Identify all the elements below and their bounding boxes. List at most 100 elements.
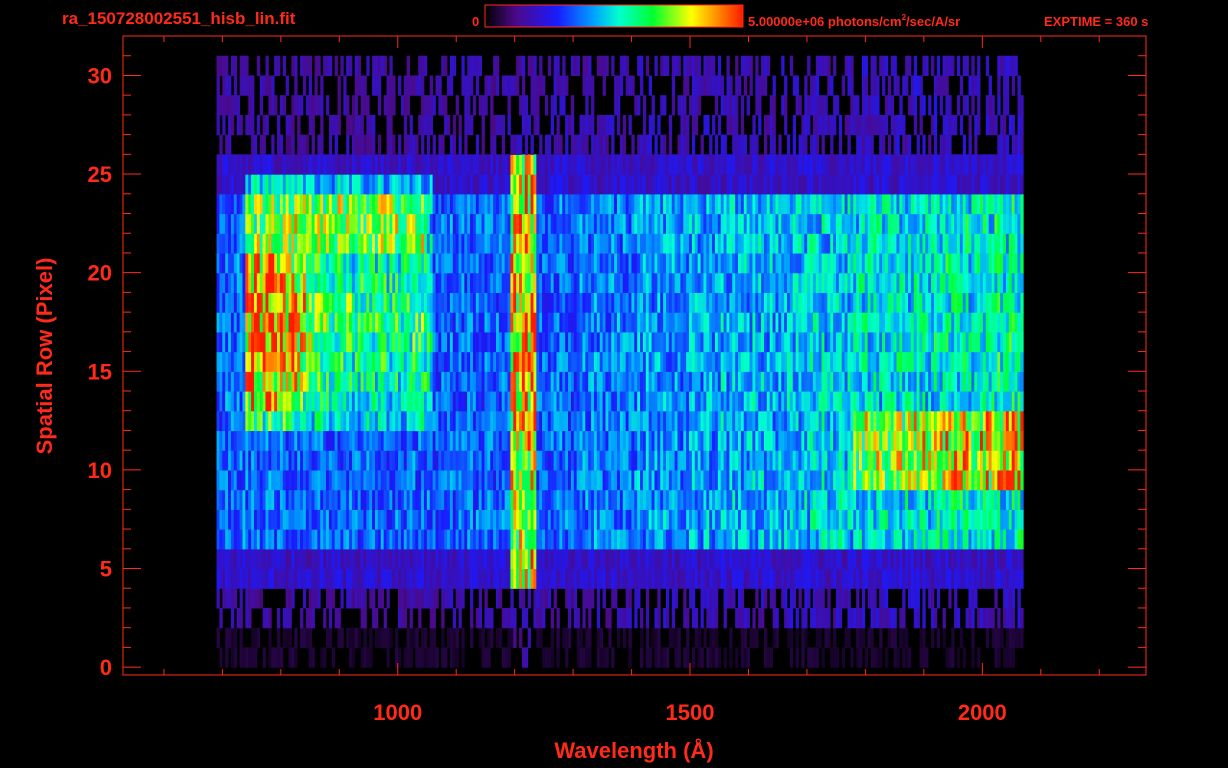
heatmap-cell (648, 292, 652, 313)
heatmap-cell (691, 489, 696, 510)
heatmap-cell (521, 529, 526, 550)
heatmap-cell (919, 391, 923, 412)
heatmap-cell (334, 312, 338, 333)
heatmap-cell (242, 410, 246, 432)
heatmap-cell (576, 647, 580, 668)
heatmap-cell (233, 489, 238, 510)
heatmap-cell (253, 489, 258, 510)
heatmap-cell (908, 292, 912, 313)
heatmap-cell (801, 430, 805, 451)
heatmap-cell (374, 391, 379, 412)
heatmap-cell (248, 607, 252, 629)
heatmap-cell (674, 627, 678, 648)
heatmap-cell (642, 331, 647, 353)
heatmap-cell (441, 548, 445, 570)
heatmap-cell (784, 391, 788, 412)
heatmap-cell (323, 410, 327, 432)
heatmap-cell (723, 647, 727, 668)
heatmap-cell (954, 351, 958, 372)
heatmap-cell (403, 272, 408, 293)
heatmap-cell (879, 548, 883, 570)
heatmap-cell (343, 331, 347, 353)
heatmap-cell (922, 588, 926, 609)
heatmap-cell (239, 568, 243, 589)
heatmap-cell (349, 529, 353, 550)
heatmap-cell (582, 351, 586, 372)
heatmap-cell (256, 548, 261, 570)
heatmap-cell (939, 410, 943, 432)
heatmap-cell (323, 391, 327, 412)
heatmap-cell (386, 647, 390, 668)
heatmap-cell (634, 607, 638, 629)
heatmap-cell (409, 568, 413, 589)
heatmap-cell (504, 312, 508, 333)
heatmap-cell (887, 410, 892, 432)
heatmap-cell (553, 312, 557, 333)
heatmap-cell (285, 371, 289, 392)
heatmap-cell (933, 331, 938, 353)
heatmap-cell (625, 331, 629, 353)
heatmap-cell (691, 548, 696, 570)
heatmap-cell (709, 450, 713, 471)
heatmap-cell (297, 509, 301, 530)
heatmap-cell (735, 529, 739, 550)
heatmap-cell (285, 548, 289, 570)
heatmap-cell (922, 410, 926, 432)
heatmap-cell (746, 292, 750, 313)
heatmap-cell (510, 548, 514, 570)
heatmap-cell (890, 548, 894, 570)
heatmap-cell (271, 489, 275, 510)
heatmap-cell (931, 588, 935, 609)
heatmap-cell (230, 647, 235, 668)
heatmap-cell (1020, 371, 1024, 392)
heatmap-cell (536, 410, 540, 432)
heatmap-cell (343, 292, 347, 313)
heatmap-cell (533, 607, 537, 629)
heatmap-cell (686, 469, 690, 491)
heatmap-cell (524, 568, 529, 589)
heatmap-cell (599, 627, 603, 648)
heatmap-cell (870, 410, 874, 432)
heatmap-cell (991, 627, 995, 648)
heatmap-cell (398, 588, 402, 609)
heatmap-cell (392, 548, 396, 570)
heatmap-cell (533, 410, 537, 432)
heatmap-cell (372, 331, 376, 353)
heatmap-cell (576, 529, 580, 550)
heatmap-cell (507, 272, 511, 293)
heatmap-cell (334, 607, 338, 629)
heatmap-cell (429, 430, 434, 451)
heatmap-cell (902, 568, 906, 589)
heatmap-cell (444, 391, 448, 412)
heatmap-cell (982, 292, 987, 313)
heatmap-cell (444, 312, 448, 333)
heatmap-cell (573, 509, 578, 530)
heatmap-cell (758, 607, 762, 629)
heatmap-cell (302, 292, 307, 313)
heatmap-cell (1000, 469, 1004, 491)
heatmap-cell (461, 489, 465, 510)
heatmap-cell (262, 548, 266, 570)
heatmap-cell (383, 371, 387, 392)
heatmap-cell (599, 312, 603, 333)
heatmap-cell (769, 489, 773, 510)
heatmap-cell (513, 410, 517, 432)
heatmap-cell (864, 331, 869, 353)
heatmap-cell (928, 351, 932, 372)
heatmap-cell (677, 450, 681, 471)
heatmap-cell (253, 469, 258, 491)
heatmap-cell (363, 351, 367, 372)
heatmap-cell (559, 391, 563, 412)
heatmap-cell (873, 548, 877, 570)
heatmap-cell (334, 410, 338, 432)
heatmap-cell (444, 548, 448, 570)
heatmap-cell (988, 430, 992, 451)
heatmap-cell (982, 371, 987, 392)
heatmap-cell (400, 489, 405, 510)
heatmap-cell (977, 607, 981, 629)
heatmap-cell (841, 450, 846, 471)
heatmap-cell (619, 568, 624, 589)
heatmap-cell (709, 529, 713, 550)
heatmap-cell (314, 450, 318, 471)
heatmap-cell (804, 509, 808, 530)
